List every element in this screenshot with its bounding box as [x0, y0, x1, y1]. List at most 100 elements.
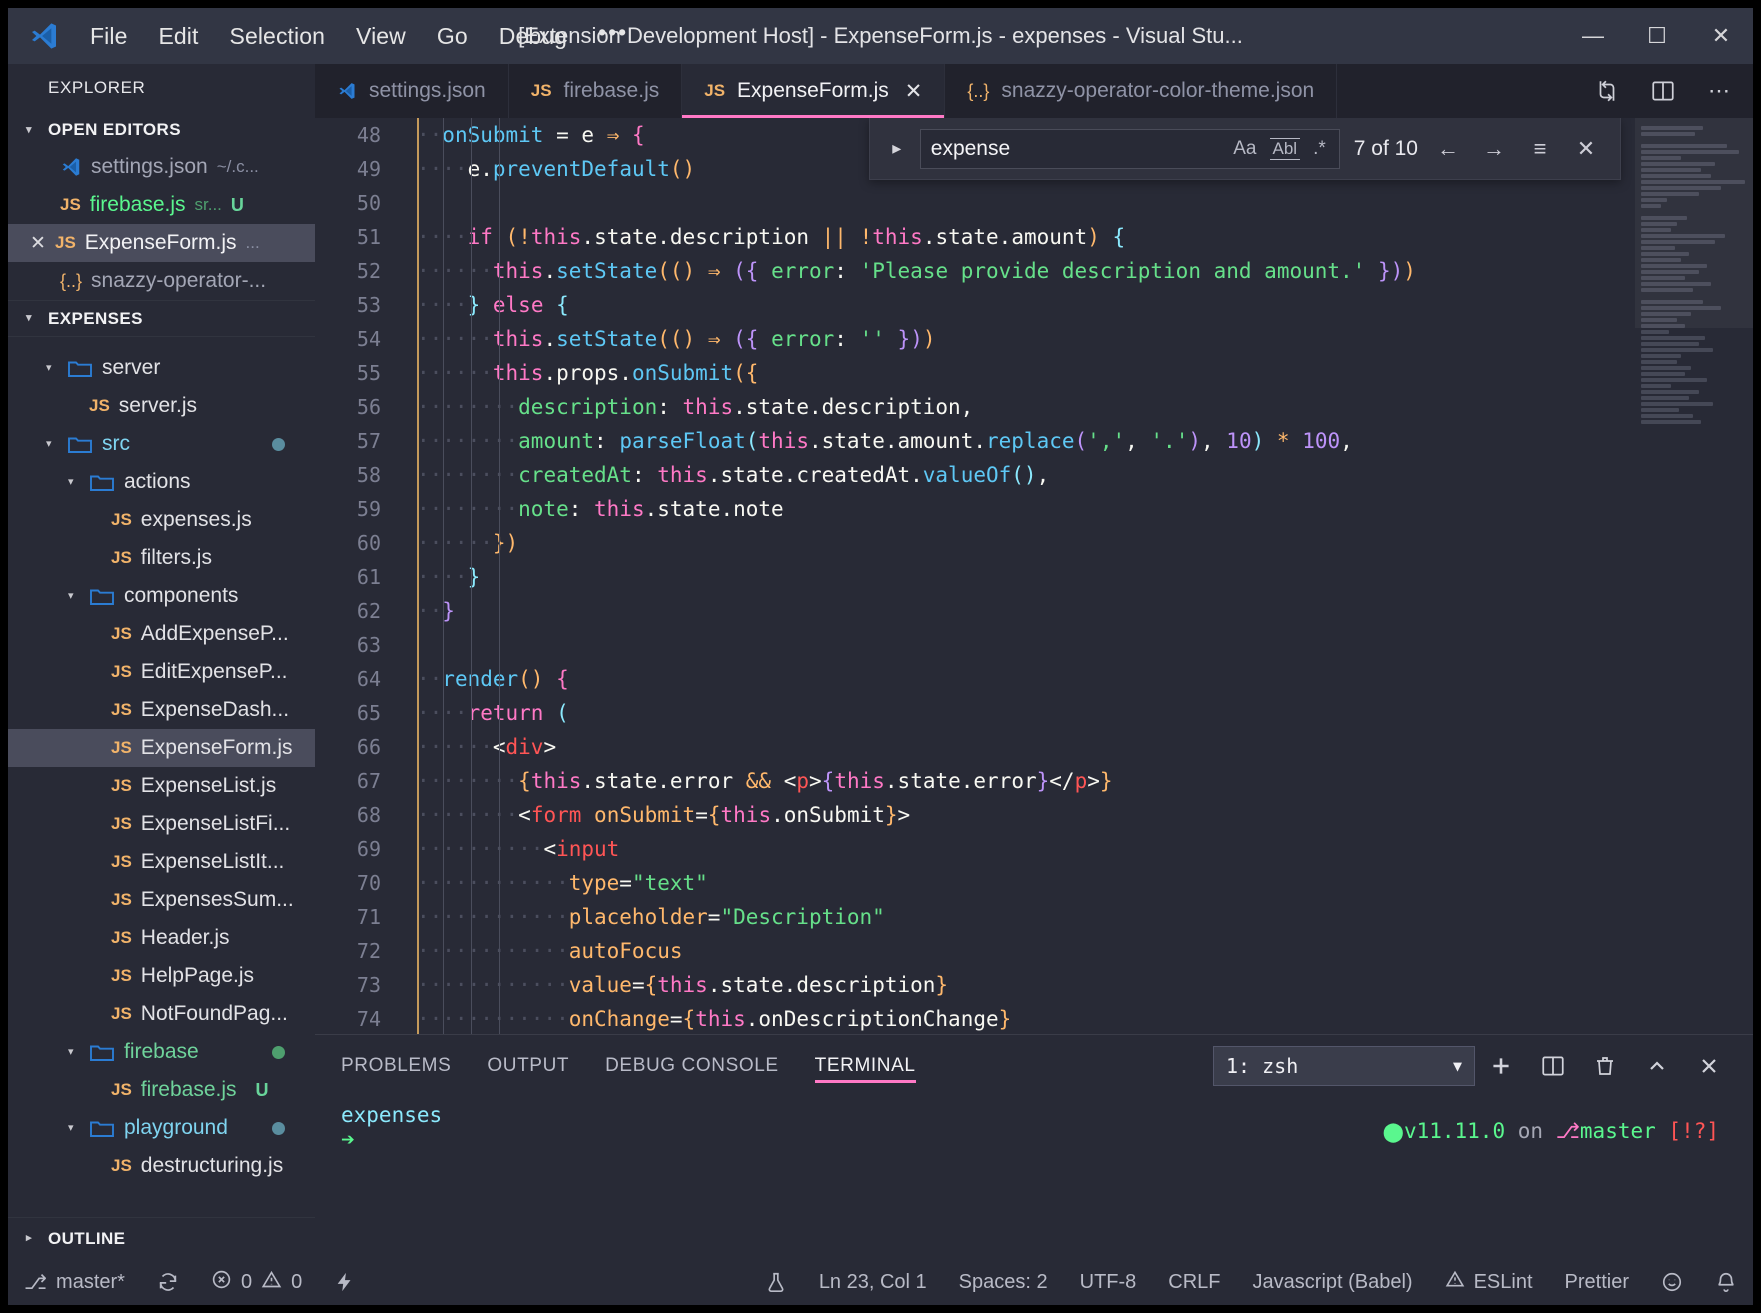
terminal-output[interactable]: expenses ➔ ⬤v11.11.0 on ⎇master [!?] — [315, 1097, 1753, 1259]
tree-file[interactable]: JSserver.js — [8, 387, 315, 425]
status-cursor-position[interactable]: Ln 23, Col 1 — [803, 1259, 943, 1305]
code-line[interactable]: 61····} — [315, 560, 1753, 594]
code-line[interactable]: 74············onChange={this.onDescripti… — [315, 1002, 1753, 1034]
match-case-icon[interactable]: Aa — [1230, 138, 1259, 160]
kill-terminal-icon[interactable] — [1579, 1035, 1631, 1097]
expand-find-replace-icon[interactable]: ▸ — [888, 138, 906, 159]
menu-file[interactable]: File — [90, 23, 127, 50]
tab-terminal[interactable]: TERMINAL — [815, 1035, 916, 1097]
code-line[interactable]: 55······this.props.onSubmit({ — [315, 356, 1753, 390]
code-line[interactable]: 54······this.setState(() ⇒ ({ error: '' … — [315, 322, 1753, 356]
code-line[interactable]: 57········amount: parseFloat(this.state.… — [315, 424, 1753, 458]
tree-file[interactable]: JSExpensesSum... — [8, 881, 315, 919]
code-line[interactable]: 50 — [315, 186, 1753, 220]
code-line[interactable]: 51····if (!this.state.description || !th… — [315, 220, 1753, 254]
status-indentation[interactable]: Spaces: 2 — [943, 1259, 1064, 1305]
code-line[interactable]: 71············placeholder="Description" — [315, 900, 1753, 934]
status-branch[interactable]: ⎇ master* — [8, 1259, 141, 1305]
code-editor[interactable]: 48··onSubmit = e ⇒ {49····e.preventDefau… — [315, 118, 1753, 1034]
find-input-box[interactable]: Aa Abl .* — [920, 129, 1340, 169]
code-content[interactable]: 48··onSubmit = e ⇒ {49····e.preventDefau… — [315, 118, 1753, 1034]
status-prettier[interactable]: Prettier — [1549, 1259, 1645, 1305]
tab-debug-console[interactable]: DEBUG CONSOLE — [605, 1035, 779, 1097]
whole-word-icon[interactable]: Abl — [1270, 138, 1301, 160]
code-line[interactable]: 67········{this.state.error && <p>{this.… — [315, 764, 1753, 798]
tree-file[interactable]: JSdestructuring.js — [8, 1147, 315, 1185]
code-line[interactable]: 52······this.setState(() ⇒ ({ error: 'Pl… — [315, 254, 1753, 288]
minimize-button[interactable]: — — [1561, 8, 1625, 64]
code-line[interactable]: 59········note: this.state.note — [315, 492, 1753, 526]
status-encoding[interactable]: UTF-8 — [1064, 1259, 1153, 1305]
find-previous-icon[interactable]: ← — [1432, 136, 1464, 162]
code-line[interactable]: 62··} — [315, 594, 1753, 628]
open-editor-item-expenseform[interactable]: ✕ JS ExpenseForm.js ... — [8, 224, 315, 262]
minimap[interactable] — [1635, 118, 1753, 1034]
open-editor-item[interactable]: settings.json ~/.c... — [8, 148, 315, 186]
tree-file[interactable]: JSNotFoundPag... — [8, 995, 315, 1033]
tree-folder[interactable]: ▾actions — [8, 463, 315, 501]
add-terminal-icon[interactable] — [1475, 1035, 1527, 1097]
find-in-selection-icon[interactable]: ≡ — [1524, 136, 1556, 162]
workspace-header[interactable]: ▾ EXPENSES — [8, 300, 315, 336]
tree-file[interactable]: JSAddExpenseP... — [8, 615, 315, 653]
code-line[interactable]: 73············value={this.state.descript… — [315, 968, 1753, 1002]
find-input[interactable] — [931, 137, 1220, 161]
split-editor-icon[interactable] — [1635, 64, 1691, 118]
split-terminal-icon[interactable] — [1527, 1035, 1579, 1097]
tab-problems[interactable]: PROBLEMS — [341, 1035, 451, 1097]
code-line[interactable]: 65····return ( — [315, 696, 1753, 730]
close-panel-icon[interactable] — [1683, 1035, 1735, 1097]
tree-file[interactable]: </>index.html — [8, 336, 315, 349]
more-actions-icon[interactable]: ⋯ — [1691, 64, 1747, 118]
code-line[interactable]: 72············autoFocus — [315, 934, 1753, 968]
outline-section-header[interactable]: ▸ OUTLINE — [8, 1217, 315, 1259]
tree-file[interactable]: JSExpenseDash... — [8, 691, 315, 729]
status-sync[interactable] — [141, 1259, 195, 1305]
status-feedback[interactable] — [1645, 1259, 1699, 1305]
tree-folder[interactable]: ▾server — [8, 349, 315, 387]
tree-file[interactable]: JSfilters.js — [8, 539, 315, 577]
code-line[interactable]: 69··········<input — [315, 832, 1753, 866]
menu-view[interactable]: View — [356, 23, 406, 50]
status-language-mode[interactable]: Javascript (Babel) — [1237, 1259, 1429, 1305]
tree-folder[interactable]: ▾components — [8, 577, 315, 615]
regex-icon[interactable]: .* — [1310, 138, 1329, 160]
close-icon[interactable]: ✕ — [30, 232, 46, 255]
tree-file[interactable]: JSHelpPage.js — [8, 957, 315, 995]
tab-expenseform-js[interactable]: JS ExpenseForm.js ✕ — [682, 64, 945, 118]
menu-selection[interactable]: Selection — [230, 23, 326, 50]
status-eol[interactable]: CRLF — [1152, 1259, 1236, 1305]
open-editor-item[interactable]: JS firebase.js sr... U — [8, 186, 315, 224]
close-window-button[interactable]: ✕ — [1689, 8, 1753, 64]
find-widget[interactable]: ▸ Aa Abl .* 7 of 10 ← → ≡ ✕ — [869, 118, 1621, 180]
tree-file[interactable]: JSEditExpenseP... — [8, 653, 315, 691]
code-line[interactable]: 56········description: this.state.descri… — [315, 390, 1753, 424]
tree-file[interactable]: JSexpenses.js — [8, 501, 315, 539]
status-problems[interactable]: 0 0 — [195, 1259, 318, 1305]
tree-folder[interactable]: ▾src — [8, 425, 315, 463]
code-line[interactable]: 68········<form onSubmit={this.onSubmit}… — [315, 798, 1753, 832]
tree-file[interactable]: JSfirebase.jsU — [8, 1071, 315, 1109]
close-icon[interactable]: ✕ — [905, 79, 923, 104]
tree-file[interactable]: JSExpenseListIt... — [8, 843, 315, 881]
tab-output[interactable]: OUTPUT — [487, 1035, 569, 1097]
maximize-button[interactable]: ☐ — [1625, 8, 1689, 64]
tree-file[interactable]: JSHeader.js — [8, 919, 315, 957]
open-editor-item[interactable]: {..} snazzy-operator-... — [8, 262, 315, 300]
status-beaker[interactable] — [749, 1259, 803, 1305]
status-eslint[interactable]: ESLint — [1429, 1259, 1549, 1305]
tree-file[interactable]: JSExpenseListFi... — [8, 805, 315, 843]
code-line[interactable]: 70············type="text" — [315, 866, 1753, 900]
tab-settings-json[interactable]: settings.json — [315, 64, 509, 118]
code-line[interactable]: 64··render() { — [315, 662, 1753, 696]
code-line[interactable]: 66······<div> — [315, 730, 1753, 764]
status-notifications[interactable] — [1699, 1259, 1753, 1305]
maximize-panel-icon[interactable] — [1631, 1035, 1683, 1097]
find-next-icon[interactable]: → — [1478, 136, 1510, 162]
menu-go[interactable]: Go — [437, 23, 468, 50]
tree-file[interactable]: JSExpenseForm.js — [8, 729, 315, 767]
tree-file[interactable]: JSExpenseList.js — [8, 767, 315, 805]
minimap-slider[interactable] — [1635, 118, 1753, 328]
code-line[interactable]: 53····} else { — [315, 288, 1753, 322]
tab-firebase-js[interactable]: JS firebase.js — [509, 64, 683, 118]
